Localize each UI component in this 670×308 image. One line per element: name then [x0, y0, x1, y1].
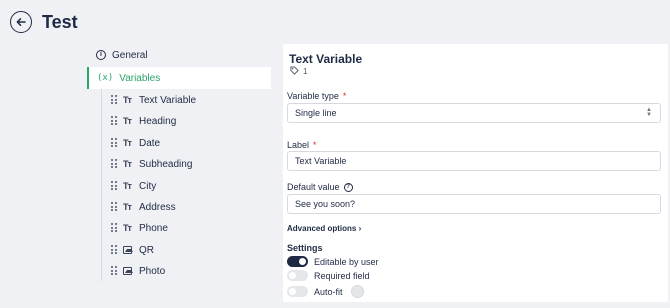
variable-item-label: Phone: [139, 222, 168, 234]
drag-handle-icon[interactable]: [111, 266, 119, 276]
tag-icon: [290, 66, 299, 77]
variable-type-label: Variable type *: [287, 91, 346, 101]
variable-icon: (x): [97, 73, 114, 83]
variable-item-label: Photo: [139, 265, 166, 277]
text-type-icon: Tт: [123, 138, 132, 148]
variable-item-label: City: [139, 180, 157, 192]
arrow-left-icon: [16, 18, 26, 26]
default-value-input[interactable]: See you soon?: [287, 194, 661, 214]
auto-fit-label: Auto-fit: [314, 286, 343, 297]
variable-item-label: Heading: [139, 115, 177, 127]
toggle-knob: [289, 288, 296, 295]
tag-count: 1: [290, 66, 307, 77]
required-field-row: Required field: [287, 270, 370, 281]
default-value-label: Default value ?: [287, 182, 353, 192]
drag-handle-icon[interactable]: [111, 116, 119, 126]
label-field-label: Label *: [287, 140, 317, 150]
variable-item-photo[interactable]: Photo: [111, 261, 165, 281]
variable-item-qr[interactable]: QR: [111, 240, 154, 260]
text-type-icon: Tт: [123, 181, 132, 191]
image-type-icon: [123, 246, 133, 254]
back-button[interactable]: [10, 11, 32, 33]
label-field-label-text: Label: [287, 140, 310, 150]
panel-title: Text Variable: [289, 52, 363, 66]
variable-item-date[interactable]: Tт Date: [111, 133, 160, 153]
variable-item-label: Address: [139, 201, 176, 213]
select-arrows-icon: ▲ ▼: [646, 107, 652, 118]
variable-item-subheading[interactable]: Tт Subheading: [111, 154, 192, 174]
default-value-input-value: See you soon?: [295, 199, 356, 209]
toggle-knob: [289, 272, 296, 279]
drag-handle-icon[interactable]: [111, 159, 119, 169]
settings-heading: Settings: [287, 243, 323, 253]
text-type-icon: Tт: [123, 202, 132, 212]
variable-settings-panel: Text Variable 1 Variable type * Single l…: [283, 44, 668, 302]
editable-by-user-row: Editable by user: [287, 256, 379, 267]
variable-list: Tт Text Variable Tт Heading Tт Date Tт S…: [101, 89, 271, 281]
tag-count-value: 1: [303, 67, 308, 76]
drag-handle-icon[interactable]: [111, 223, 119, 233]
page-title: Test: [42, 12, 78, 32]
info-icon: i: [96, 50, 106, 60]
variable-item-label: QR: [139, 244, 154, 256]
editable-by-user-label: Editable by user: [314, 256, 379, 267]
label-input-value: Text Variable: [295, 156, 347, 166]
drag-handle-icon[interactable]: [111, 138, 119, 148]
variable-item-text-variable[interactable]: Tт Text Variable: [111, 90, 196, 110]
text-type-icon: Tт: [123, 223, 132, 233]
required-mark: *: [342, 91, 347, 101]
variable-item-label: Text Variable: [139, 94, 197, 106]
variable-type-value: Single line: [295, 108, 337, 118]
auto-fit-toggle[interactable]: [287, 286, 308, 297]
drag-handle-icon[interactable]: [111, 202, 119, 212]
required-field-toggle[interactable]: [287, 270, 308, 281]
default-value-label-text: Default value: [287, 182, 340, 192]
chevron-right-icon: ›: [358, 224, 362, 233]
image-type-icon: [123, 267, 133, 275]
nav-item-general-label: General: [112, 49, 148, 61]
auto-fit-row: Auto-fit: [287, 285, 364, 298]
nav-item-variables[interactable]: (x) Variables: [87, 67, 271, 89]
drag-handle-icon[interactable]: [111, 181, 119, 191]
text-type-icon: Tт: [123, 159, 132, 169]
variable-type-select[interactable]: Single line ▲ ▼: [287, 103, 661, 123]
text-type-icon: Tт: [123, 95, 132, 105]
advanced-options-link[interactable]: Advanced options ›: [287, 224, 361, 233]
variable-item-heading[interactable]: Tт Heading: [111, 111, 176, 131]
variable-item-phone[interactable]: Tт Phone: [111, 218, 168, 238]
advanced-options-label: Advanced options: [287, 224, 357, 233]
text-type-icon: Tт: [123, 116, 132, 126]
variable-type-label-text: Variable type: [287, 91, 339, 101]
variable-item-label: Date: [139, 137, 161, 149]
drag-handle-icon[interactable]: [111, 95, 119, 105]
label-input[interactable]: Text Variable: [287, 151, 661, 171]
variable-item-city[interactable]: Tт City: [111, 176, 156, 196]
nav-item-variables-label: Variables: [119, 72, 161, 84]
drag-handle-icon[interactable]: [111, 245, 119, 255]
help-icon[interactable]: ?: [343, 182, 353, 192]
required-field-label: Required field: [314, 270, 370, 281]
variable-item-address[interactable]: Tт Address: [111, 197, 176, 217]
editable-by-user-toggle[interactable]: [287, 256, 308, 267]
hint-circle-icon: [350, 285, 364, 298]
required-mark: *: [313, 140, 317, 150]
toggle-knob: [299, 258, 306, 265]
nav-item-general[interactable]: i General: [96, 47, 148, 63]
variable-item-label: Subheading: [139, 158, 193, 170]
